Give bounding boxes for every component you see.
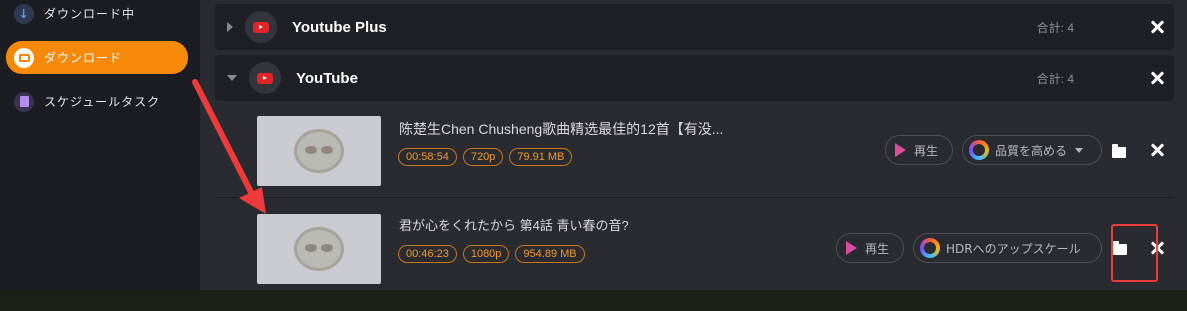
list-item: 君が心をくれたから 第4話 青い春の音? 00:46:23 1080p 954.…	[215, 199, 1174, 295]
delete-icon[interactable]	[1150, 143, 1164, 157]
duration-badge: 00:58:54	[398, 148, 457, 166]
download-list: Youtube Plus 合計: 4 YouTube 合計: 4 陈楚生Chen…	[200, 0, 1187, 295]
collapse-triangle-icon[interactable]	[227, 75, 237, 81]
highlight-box	[1111, 224, 1158, 282]
play-label: 再生	[865, 241, 890, 256]
youtube-icon	[249, 62, 281, 94]
sloth-placeholder-icon	[294, 129, 344, 173]
play-button[interactable]: 再生	[836, 233, 904, 263]
close-icon[interactable]	[1150, 20, 1164, 34]
group-title: YouTube	[296, 69, 358, 87]
enhance-quality-dropdown[interactable]: 品質を高める	[962, 135, 1102, 165]
download-arrow-icon: ↓	[14, 3, 34, 24]
enhance-icon	[920, 238, 940, 258]
expand-triangle-icon[interactable]	[227, 22, 233, 32]
enhance-icon	[969, 140, 989, 160]
sidebar-item-label: ダウンロード	[44, 51, 123, 65]
sidebar-item-downloaded[interactable]: ダウンロード	[6, 41, 188, 74]
sloth-placeholder-icon	[294, 227, 344, 271]
schedule-list-icon	[14, 91, 34, 112]
folder-icon	[14, 47, 34, 68]
bottom-strip	[0, 290, 1187, 311]
chevron-down-icon	[1075, 147, 1084, 153]
play-icon	[892, 142, 908, 158]
video-thumbnail[interactable]	[257, 116, 381, 186]
video-title: 陈楚生Chen Chusheng歌曲精选最佳的12首【有没...	[399, 121, 724, 137]
group-total: 合計: 4	[1036, 20, 1074, 35]
hdr-upscale-button[interactable]: HDRへのアップスケール	[913, 233, 1102, 263]
quality-badge: 720p	[462, 148, 504, 166]
size-badge: 954.89 MB	[515, 245, 585, 263]
open-folder-icon[interactable]	[1112, 144, 1126, 158]
group-header-youtube-plus[interactable]: Youtube Plus 合計: 4	[215, 4, 1174, 50]
quality-badge: 1080p	[462, 245, 510, 263]
play-icon	[843, 240, 859, 256]
list-item: 陈楚生Chen Chusheng歌曲精选最佳的12首【有没... 00:58:5…	[215, 102, 1174, 198]
play-button[interactable]: 再生	[885, 135, 953, 165]
size-badge: 79.91 MB	[509, 148, 573, 166]
sidebar-item-label: スケジュールタスク	[44, 95, 161, 109]
video-thumbnail[interactable]	[257, 214, 381, 284]
video-title: 君が心をくれたから 第4話 青い春の音?	[399, 218, 629, 233]
group-total: 合計: 4	[1036, 71, 1074, 86]
play-label: 再生	[914, 143, 939, 158]
youtube-icon	[245, 11, 277, 43]
sidebar: ↓ ダウンロード中 ダウンロード スケジュールタスク	[0, 0, 200, 290]
enhance-label: 品質を高める	[995, 143, 1068, 158]
sidebar-item-scheduled-tasks[interactable]: スケジュールタスク	[6, 85, 188, 118]
close-icon[interactable]	[1150, 71, 1164, 85]
sidebar-item-label: ダウンロード中	[44, 7, 136, 21]
sidebar-item-downloading[interactable]: ↓ ダウンロード中	[6, 0, 188, 30]
duration-badge: 00:46:23	[398, 245, 457, 263]
group-title: Youtube Plus	[292, 18, 387, 36]
group-header-youtube[interactable]: YouTube 合計: 4	[215, 55, 1174, 101]
enhance-label: HDRへのアップスケール	[946, 241, 1081, 256]
